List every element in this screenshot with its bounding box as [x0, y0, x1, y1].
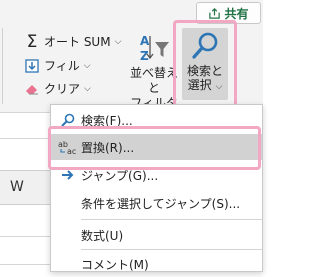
chevron-down-icon: ⌵: [84, 83, 91, 94]
column-header[interactable]: [0, 170, 50, 205]
grid-line: [0, 264, 50, 265]
menu-item-label: ジャンプ(G)...: [81, 168, 159, 183]
svg-text:ac: ac: [67, 147, 76, 155]
menu-item-label: コメント(M): [81, 257, 149, 272]
menu-item-label: 数式(U): [81, 228, 124, 243]
menu-item-goto-special[interactable]: 条件を選択してジャンプ(S)...: [51, 190, 262, 216]
fill-down-icon: [24, 58, 40, 74]
chevron-down-icon: ⌵: [114, 36, 122, 47]
ribbon-separator: [2, 28, 3, 104]
clear-label: クリア: [44, 82, 81, 96]
sort-filter-label-1: 並べ替えと: [129, 66, 178, 95]
menu-item-find[interactable]: 検索(F)...: [51, 107, 262, 133]
menu-item-comments[interactable]: コメント(M): [51, 251, 262, 277]
menu-item-label: 検索(F)...: [81, 113, 133, 128]
fill-label: フィル: [44, 59, 80, 73]
sigma-icon: Σ: [26, 31, 38, 52]
fill-button[interactable]: フィル ⌵: [24, 57, 91, 74]
find-select-label-2: 選択: [187, 78, 212, 92]
grid-line: [0, 236, 50, 237]
find-select-menu: 検索(F)... ab ac 置換(R)... ジャンプ(G)... 条件を選択…: [50, 104, 263, 272]
menu-divider: [81, 219, 262, 220]
chevron-down-icon: ⌵: [215, 82, 223, 92]
share-icon: [209, 7, 221, 19]
grid-line: [0, 112, 50, 113]
column-label-w: W: [10, 179, 24, 195]
menu-divider: [81, 249, 262, 250]
grid-line: [0, 138, 50, 139]
replace-icon: ab ac: [55, 139, 81, 155]
goto-arrow-icon: [55, 169, 81, 181]
menu-item-goto[interactable]: ジャンプ(G)...: [51, 162, 262, 188]
sort-filter-button[interactable]: A Z 並べ替えと フィルター⌵: [126, 30, 182, 125]
sort-filter-icon: A Z: [126, 30, 182, 66]
share-button[interactable]: 共有: [196, 2, 261, 24]
autosum-label: オート SUM: [44, 35, 111, 49]
find-select-label-1: 検索と: [186, 64, 223, 78]
chevron-down-icon: ⌵: [83, 60, 91, 71]
eraser-icon: [24, 81, 40, 97]
clear-button[interactable]: クリア ⌵: [24, 80, 91, 97]
svg-text:A: A: [140, 34, 150, 48]
find-select-label-row: 選択 ⌵: [182, 78, 228, 94]
menu-item-label: 条件を選択してジャンプ(S)...: [81, 196, 241, 211]
ribbon: 共有 Σ オート SUM ⌵ フィル ⌵ クリア ⌵ A Z 並べ替えと フィル…: [0, 0, 263, 125]
svg-text:Z: Z: [140, 49, 149, 63]
find-select-button[interactable]: 検索と 選択 ⌵: [182, 28, 228, 100]
magnifier-icon: [182, 28, 228, 64]
menu-item-replace[interactable]: ab ac 置換(R)...: [51, 134, 262, 160]
share-label: 共有: [224, 6, 249, 21]
menu-item-formulas[interactable]: 数式(U): [51, 222, 262, 248]
search-icon: [55, 113, 81, 127]
menu-item-label: 置換(R)...: [81, 140, 135, 155]
autosum-button[interactable]: Σ オート SUM ⌵: [24, 31, 122, 52]
